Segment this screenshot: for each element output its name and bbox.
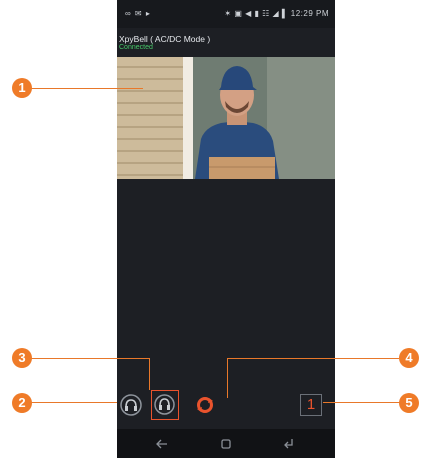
callout-3-leader-drop [149, 358, 150, 390]
android-nav-bar [117, 429, 335, 458]
callout-4-leader [227, 358, 399, 359]
status-left-icons: ∞ ✉ ▸ [125, 9, 151, 18]
page-indicator-button[interactable]: 1 [300, 394, 322, 416]
nav-home-button[interactable] [219, 437, 233, 451]
page-indicator-number: 1 [306, 396, 316, 413]
talk-button[interactable] [120, 394, 142, 416]
callout-badge-3: 3 [12, 348, 32, 368]
refresh-button[interactable] [194, 394, 216, 416]
home-square-icon [221, 439, 231, 449]
back-arrow-icon [156, 439, 167, 449]
callout-badge-5: 5 [399, 393, 419, 413]
connection-status: Connected [119, 44, 153, 51]
callout-5-leader [323, 402, 400, 403]
callout-4-leader-drop [227, 358, 228, 398]
refresh-icon [197, 397, 213, 413]
callout-1-leader [31, 88, 143, 89]
speaker-button[interactable] [151, 390, 179, 420]
callout-badge-4: 4 [399, 348, 419, 368]
callout-2-leader [31, 402, 117, 403]
live-video-feed[interactable] [117, 57, 335, 179]
status-bar: ∞ ✉ ▸ ✶ ▣ ◀ ▮ ☷ ◢ ▌ 12:29 PM [117, 0, 335, 28]
nav-back-button[interactable] [155, 437, 169, 451]
callout-badge-2: 2 [12, 393, 32, 413]
status-right-indicators: ✶ ▣ ◀ ▮ ☷ ◢ ▌ 12:29 PM [224, 9, 329, 18]
speaker-headset-icon [154, 394, 175, 415]
nav-recents-button[interactable] [282, 437, 296, 451]
video-frame-image [117, 57, 335, 179]
callout-badge-1: 1 [12, 78, 32, 98]
headset-icon [120, 394, 142, 416]
callout-3-leader [31, 358, 149, 359]
device-title: XpyBell ( AC/DC Mode ) [119, 34, 211, 44]
recents-icon [284, 439, 293, 449]
